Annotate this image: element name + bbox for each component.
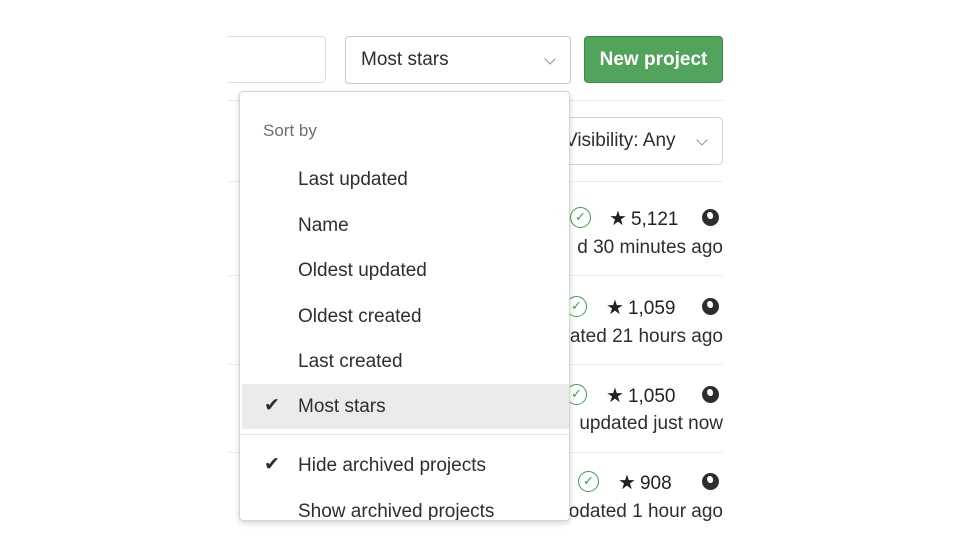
archive-option-label: Hide archived projects [298, 455, 486, 476]
sort-option-last-created[interactable]: Last created [242, 339, 569, 384]
star-count-value: 908 [639, 473, 672, 494]
star-count-value: 1,059 [627, 298, 676, 319]
dropdown-divider [240, 434, 569, 435]
public-globe-icon [702, 298, 719, 315]
sort-dropdown-menu: Sort by Last updated Name Oldest updated… [239, 91, 570, 521]
check-icon: ✔ [264, 395, 280, 416]
option-show-archived[interactable]: Show archived projects [242, 489, 569, 521]
updated-timestamp: odated 1 hour ago [568, 501, 723, 522]
public-globe-icon [702, 209, 719, 226]
star-count-value: 1,050 [627, 386, 676, 407]
sort-option-label: Oldest updated [298, 260, 427, 281]
updated-timestamp: updated just now [579, 413, 723, 434]
new-project-button[interactable]: New project [584, 36, 723, 83]
star-icon: ★ [618, 472, 636, 494]
public-globe-icon [702, 473, 719, 490]
star-count[interactable]: ★ 5,121 [609, 206, 678, 231]
search-input[interactable] [228, 36, 326, 83]
sort-option-label: Last updated [298, 169, 408, 190]
chevron-down-icon [696, 134, 708, 146]
sort-option-last-updated[interactable]: Last updated [242, 157, 569, 202]
sort-option-label: Name [298, 215, 349, 236]
star-count[interactable]: ★ 1,059 [606, 295, 675, 320]
updated-timestamp: ated 21 hours ago [569, 326, 723, 347]
sort-option-oldest-updated[interactable]: Oldest updated [242, 248, 569, 293]
sort-option-most-stars[interactable]: ✔ Most stars [242, 384, 569, 429]
public-globe-icon [702, 386, 719, 403]
star-count-value: 5,121 [630, 209, 679, 230]
visibility-filter[interactable]: Visibility: Any [546, 117, 723, 165]
star-count[interactable]: ★ 908 [618, 470, 672, 495]
sort-selected-label: Most stars [361, 49, 449, 70]
sort-option-name[interactable]: Name [242, 203, 569, 248]
star-count[interactable]: ★ 1,050 [606, 383, 675, 408]
sort-option-label: Last created [298, 351, 403, 372]
pipeline-passed-icon[interactable]: ✓ [578, 471, 599, 492]
sort-by-header: Sort by [263, 121, 317, 140]
sort-dropdown-toggle[interactable]: Most stars [345, 36, 571, 84]
check-icon: ✔ [264, 454, 280, 475]
sort-option-label: Oldest created [298, 306, 422, 327]
star-icon: ★ [606, 297, 624, 319]
pipeline-passed-icon[interactable]: ✓ [570, 207, 591, 228]
chevron-down-icon [544, 53, 556, 65]
visibility-filter-label: Visibility: Any [565, 130, 676, 151]
option-hide-archived[interactable]: ✔ Hide archived projects [242, 443, 569, 488]
sort-option-label: Most stars [298, 396, 386, 417]
star-icon: ★ [609, 208, 627, 230]
updated-timestamp: d 30 minutes ago [577, 237, 723, 258]
sort-option-oldest-created[interactable]: Oldest created [242, 294, 569, 339]
archive-option-label: Show archived projects [298, 501, 495, 521]
star-icon: ★ [606, 385, 624, 407]
